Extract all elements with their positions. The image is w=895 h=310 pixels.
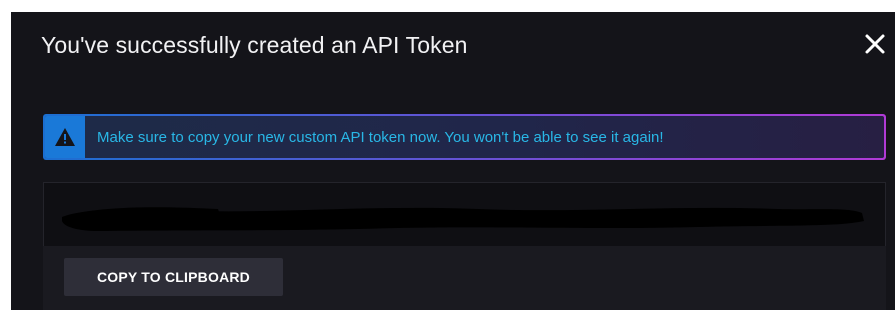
alert-message: Make sure to copy your new custom API to…	[97, 128, 664, 146]
token-actions: COPY TO CLIPBOARD	[43, 246, 886, 310]
token-display[interactable]	[43, 182, 886, 246]
alert-icon-container	[45, 116, 85, 158]
modal-title: You've successfully created an API Token	[41, 32, 468, 58]
close-icon	[865, 34, 885, 54]
warning-triangle-icon	[55, 128, 75, 146]
close-button[interactable]	[861, 30, 889, 58]
warning-alert: Make sure to copy your new custom API to…	[43, 114, 886, 160]
copy-to-clipboard-button[interactable]: COPY TO CLIPBOARD	[64, 258, 283, 296]
redacted-token	[62, 207, 864, 231]
api-token-modal: You've successfully created an API Token…	[11, 12, 895, 310]
screen: You've successfully created an API Token…	[0, 0, 895, 310]
alert-body: Make sure to copy your new custom API to…	[45, 116, 884, 158]
